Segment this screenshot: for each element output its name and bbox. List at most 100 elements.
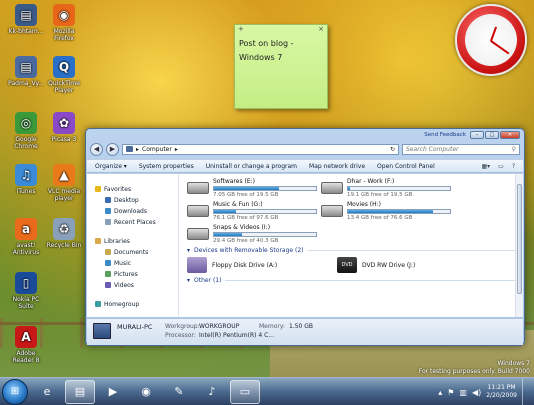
drive-free-space: 13.4 GB free of 76.6 GB [347,215,413,221]
desktop-shortcut-label: Kk-bhtam... [8,28,44,35]
recent-places-icon [105,219,111,225]
desktop-shortcut-label: Mozilla Firefox [53,28,75,42]
view-options-icon[interactable]: ▦▾ [481,163,490,170]
breadcrumb-computer[interactable]: Computer [142,146,172,153]
close-button[interactable]: ✕ [500,131,520,139]
system-tray: ▴ ⚑ ▥ ◀) 11:21 PM 2/20/2009 [438,378,534,405]
navigation-pane: Favorites Desktop Downloads Recent Place… [87,174,179,317]
refresh-icon[interactable]: ↻ [390,146,395,153]
vertical-scrollbar[interactable] [515,174,523,317]
desktop-shortcut[interactable]: a avast! Antivirus [6,218,46,256]
preview-pane-icon[interactable]: ▭ [498,163,504,170]
system-properties-button[interactable]: System properties [139,163,194,170]
drive-item[interactable]: Dhar - Work (F:) 19.1 GB free of 19.5 GB [321,178,451,198]
desktop-shortcut[interactable]: ▤ Kk-bhtam... [6,4,46,35]
organize-button[interactable]: Organize ▾ [95,163,127,170]
quicktime-icon: Q [53,56,75,78]
desktop-shortcut[interactable]: ▤ Padma_Vy... [6,56,46,87]
nav-documents[interactable]: Documents [95,247,178,258]
desktop-shortcut[interactable]: ▲ VLC media player [44,164,84,202]
help-icon[interactable]: ? [512,163,515,170]
taskbar-button[interactable]: ▭ [230,379,260,404]
nav-music[interactable]: Music [95,258,178,269]
uninstall-program-button[interactable]: Uninstall or change a program [206,163,297,170]
sticky-close-button[interactable]: × [318,25,324,34]
nav-homegroup[interactable]: Homegroup [95,299,178,310]
drive-item[interactable]: Snaps & Videos (I:) 29.4 GB free of 40.3 … [187,224,317,244]
sticky-note[interactable]: + × Post on blog - Windows 7 [234,24,328,109]
desktop-shortcut-label: Google Chrome [14,136,38,150]
title-bar[interactable]: Send Feedback – □ ✕ [86,129,524,141]
show-desktop-button[interactable] [522,379,530,405]
desktop-shortcut[interactable]: ▯ Nokia PC Suite [6,272,46,310]
nav-pictures[interactable]: Pictures [95,269,178,280]
map-network-drive-button[interactable]: Map network drive [309,163,365,170]
desktop-shortcut[interactable]: A Adobe Reader 8 [6,326,46,364]
start-button[interactable]: ⊞ [2,378,28,405]
explorer-window[interactable]: Send Feedback – □ ✕ ◀ ▶ ▸ Computer ▸ ↻ S… [85,128,525,346]
back-button[interactable]: ◀ [90,142,103,156]
action-center-icon[interactable]: ⚑ [447,388,454,397]
nav-downloads[interactable]: Downloads [95,206,178,217]
desktop-shortcut[interactable]: ◎ Google Chrome [6,112,46,150]
floppy-drive[interactable]: Floppy Disk Drive (A:) [187,257,317,273]
dvd-drive[interactable]: DVD DVD RW Drive (J:) [337,257,467,273]
drive-usage-bar [347,186,451,191]
workgroup-value: WORKGROUP [199,323,240,330]
taskbar-button[interactable]: ◉ [131,380,161,404]
minimize-button[interactable]: – [470,131,484,139]
removable-storage-header[interactable]: ▾ Devices with Removable Storage (2) [187,247,515,254]
search-icon[interactable]: ⚲ [512,146,516,153]
desktop-icon [105,197,111,203]
send-feedback-link[interactable]: Send Feedback [424,132,466,138]
nav-libraries[interactable]: Libraries [95,236,178,247]
drive-item[interactable]: Movies (H:) 13.4 GB free of 76.6 GB [321,201,451,221]
desktop-shortcut[interactable]: ♻ Recycle Bin [44,218,84,249]
collapse-icon: ▾ [187,277,191,284]
desktop-shortcut[interactable]: ♫ iTunes [6,164,46,195]
scrollbar-thumb[interactable] [517,184,522,294]
maximize-button[interactable]: □ [485,131,499,139]
picasa-icon: ✿ [53,112,75,134]
nav-recent-places[interactable]: Recent Places [95,217,178,228]
sticky-note-text[interactable]: Post on blog - Windows 7 [235,34,327,68]
notepad-icon: ✎ [174,385,184,398]
memory-value: 1.50 GB [289,323,314,330]
taskbar-clock[interactable]: 11:21 PM 2/20/2009 [486,384,517,400]
show-hidden-icons-icon[interactable]: ▴ [438,388,442,397]
search-input[interactable]: Search Computer ⚲ [402,143,520,155]
drive-item[interactable]: Music & Fun (G:) 76.1 GB free of 97.6 GB [187,201,317,221]
nav-favorites[interactable]: Favorites [95,184,178,195]
desktop-shortcut[interactable]: Q QuickTime Player [44,56,84,94]
desktop-shortcut[interactable]: ✿ Picasa 3 [44,112,84,143]
desktop-shortcut-label: Picasa 3 [51,136,77,143]
desktop-shortcut-label: QuickTime Player [48,80,80,94]
open-control-panel-button[interactable]: Open Control Panel [377,163,435,170]
taskbar-button[interactable]: ♪ [197,380,227,404]
other-header[interactable]: ▾ Other (1) [187,277,515,284]
desktop-shortcut[interactable]: ◉ Mozilla Firefox [44,4,84,42]
floppy-disk-icon [187,257,207,273]
sticky-add-button[interactable]: + [238,25,244,34]
nav-desktop[interactable]: Desktop [95,195,178,206]
hard-drive-icon [187,182,209,194]
taskbar-button[interactable]: e [32,380,62,404]
clock-face [465,14,517,66]
search-placeholder: Search Computer [406,145,459,153]
document-icon: ▤ [15,4,37,26]
taskbar-button[interactable]: ▤ [65,379,95,404]
address-bar[interactable]: ▸ Computer ▸ ↻ [122,143,399,155]
taskbar-button[interactable]: ✎ [164,380,194,404]
clock-gadget[interactable] [455,4,527,76]
volume-icon[interactable]: ◀) [472,388,481,397]
forward-button[interactable]: ▶ [106,142,119,156]
network-icon[interactable]: ▥ [459,388,467,397]
drive-name: Softwares (E:) [213,178,255,185]
desktop-shortcut-label: Nokia PC Suite [12,296,40,310]
taskbar-button[interactable]: ▶ [98,380,128,404]
adobe-reader-icon: A [15,326,37,348]
drive-item[interactable]: Softwares (E:) 7.05 GB free of 19.5 GB [187,178,317,198]
processor-label: Processor: [165,332,196,339]
nav-videos[interactable]: Videos [95,280,178,291]
pc-name: MURALI-PC [117,323,153,331]
